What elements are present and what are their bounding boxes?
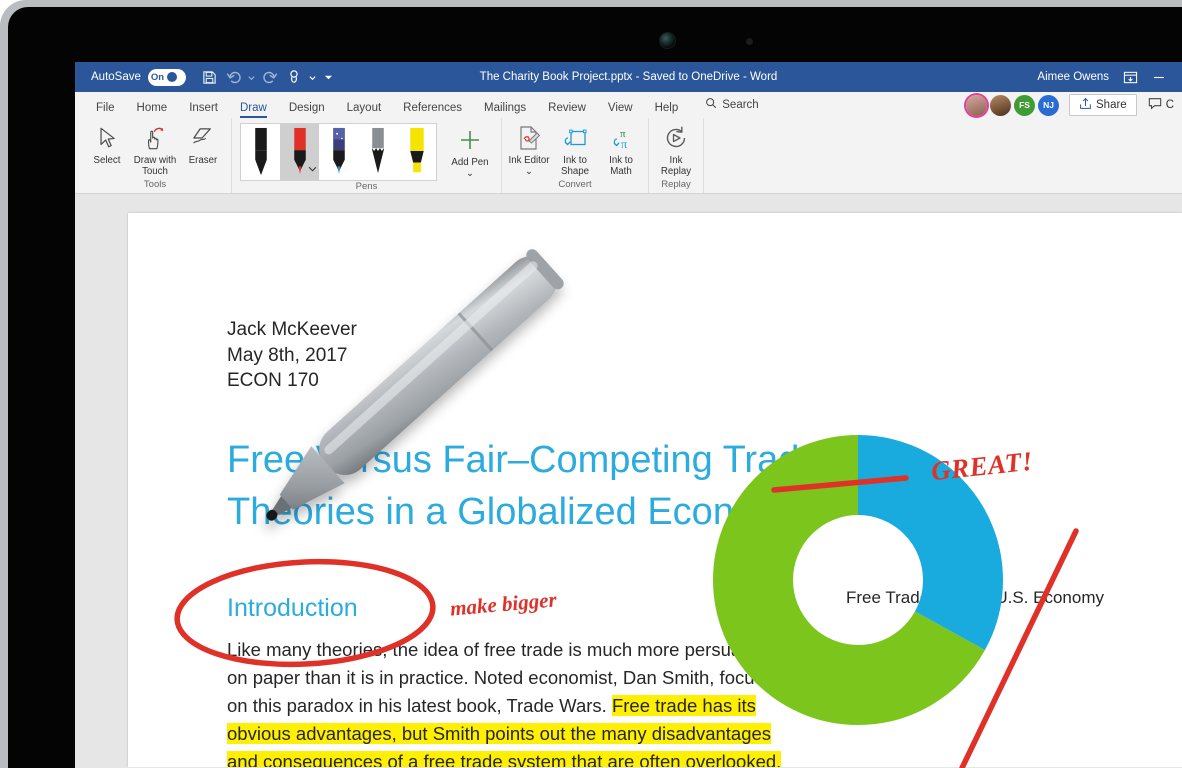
ink-replay-icon xyxy=(663,123,689,153)
pen-black[interactable] xyxy=(241,124,280,180)
collaboration-controls: FS NJ Share C xyxy=(966,94,1182,118)
ribbon-display-options-icon[interactable] xyxy=(1123,70,1138,85)
word-application-window: AutoSave On xyxy=(75,62,1182,768)
ribbon: Select Draw with Touch xyxy=(75,118,1182,194)
tab-help[interactable]: Help xyxy=(644,102,690,118)
draw-with-touch-button[interactable]: Draw with Touch xyxy=(132,121,178,177)
pens-gallery xyxy=(240,123,437,181)
undo-icon[interactable] xyxy=(222,65,246,89)
ribbon-group-replay: Ink Replay Replay xyxy=(649,118,704,193)
pen-gray-pencil[interactable] xyxy=(358,124,397,180)
title-bar: AutoSave On xyxy=(75,62,1182,92)
save-icon[interactable] xyxy=(198,65,222,89)
ink-editor-chevron-down-icon[interactable]: ⌄ xyxy=(525,166,533,177)
pointer-icon xyxy=(97,123,118,153)
ink-to-math-icon: π π xyxy=(608,123,634,153)
ink-editor-label: Ink Editor ⌄ xyxy=(507,155,551,177)
autosave-state-label: On xyxy=(151,72,164,83)
camera-lens-icon xyxy=(660,33,675,48)
share-button[interactable]: Share xyxy=(1069,94,1137,116)
ink-to-shape-icon xyxy=(562,123,588,153)
share-label: Share xyxy=(1096,99,1127,111)
ink-to-shape-label: Ink to Shape xyxy=(553,155,597,177)
add-pen-label: Add Pen ⌄ xyxy=(447,157,493,179)
author-block: Jack McKeever May 8th, 2017 ECON 170 xyxy=(227,317,357,394)
tab-mailings[interactable]: Mailings xyxy=(473,102,537,118)
tab-references[interactable]: References xyxy=(392,102,473,118)
draw-with-touch-icon xyxy=(143,123,167,153)
ink-editor-button[interactable]: Ink Editor ⌄ xyxy=(507,121,551,177)
group-label-convert: Convert xyxy=(558,179,591,193)
eraser-label: Eraser xyxy=(189,155,218,166)
ink-to-math-button[interactable]: π π Ink to Math xyxy=(599,121,643,177)
ink-to-shape-button[interactable]: Ink to Shape xyxy=(553,121,597,177)
plus-icon xyxy=(459,125,481,155)
avatar[interactable] xyxy=(990,95,1011,116)
autosave-knob xyxy=(167,72,177,82)
pen-blue-galaxy[interactable] xyxy=(319,124,358,180)
ambient-light-sensor-icon xyxy=(746,38,753,45)
comment-icon xyxy=(1148,97,1162,113)
touch-mode-icon[interactable] xyxy=(282,65,306,89)
avatar[interactable]: NJ xyxy=(1038,95,1059,116)
autosave-control[interactable]: AutoSave On xyxy=(91,69,186,86)
draw-with-touch-label: Draw with Touch xyxy=(132,155,178,177)
eraser-button[interactable]: Eraser xyxy=(180,121,226,166)
share-icon xyxy=(1079,97,1092,113)
touch-chevron-down-icon[interactable] xyxy=(306,65,320,89)
tab-view[interactable]: View xyxy=(597,102,644,118)
avatar[interactable]: FS xyxy=(1014,95,1035,116)
autosave-toggle[interactable]: On xyxy=(148,69,186,86)
tab-layout[interactable]: Layout xyxy=(336,102,393,118)
pen-red-chevron-down-icon[interactable] xyxy=(308,159,317,177)
select-tool-label: Select xyxy=(94,155,121,166)
avatar[interactable] xyxy=(966,95,987,116)
qat-more-chevron-down-icon[interactable] xyxy=(320,65,338,89)
add-pen-button[interactable]: Add Pen ⌄ xyxy=(447,123,493,179)
tab-review[interactable]: Review xyxy=(537,102,597,118)
tab-draw[interactable]: Draw xyxy=(229,102,278,118)
svg-text:π: π xyxy=(621,137,627,150)
minimize-icon[interactable] xyxy=(1152,70,1166,84)
select-tool-button[interactable]: Select xyxy=(84,121,130,166)
eraser-icon xyxy=(191,123,216,153)
group-label-pens: Pens xyxy=(356,181,378,195)
pen-red[interactable] xyxy=(280,124,319,180)
tab-design[interactable]: Design xyxy=(278,102,336,118)
comments-label: C xyxy=(1166,99,1174,111)
ink-editor-icon xyxy=(516,123,542,153)
pen-yellow-highlighter[interactable] xyxy=(397,124,436,180)
author-date: May 8th, 2017 xyxy=(227,343,357,369)
document-canvas[interactable]: Jack McKeever May 8th, 2017 ECON 170 Fre… xyxy=(75,194,1182,767)
ribbon-tab-strip: File Home Insert Draw Design Layout Refe… xyxy=(75,92,1182,118)
search-input[interactable]: Search xyxy=(689,96,769,118)
tab-insert[interactable]: Insert xyxy=(178,102,229,118)
undo-chevron-down-icon[interactable] xyxy=(246,65,258,89)
ink-to-math-label: Ink to Math xyxy=(599,155,643,177)
document-page[interactable]: Jack McKeever May 8th, 2017 ECON 170 Fre… xyxy=(128,213,1182,767)
account-name[interactable]: Aimee Owens xyxy=(1037,71,1109,83)
body-paragraph: Like many theories, the idea of free tra… xyxy=(227,636,785,767)
ink-replay-button[interactable]: Ink Replay xyxy=(654,121,698,177)
add-pen-chevron-down-icon[interactable]: ⌄ xyxy=(466,168,474,179)
ink-replay-label: Ink Replay xyxy=(654,155,698,177)
tab-file[interactable]: File xyxy=(85,102,126,118)
donut-data-label: 33% xyxy=(1021,729,1059,751)
search-icon xyxy=(705,96,717,114)
section-heading-introduction: Introduction xyxy=(227,594,358,623)
quick-access-toolbar xyxy=(198,65,338,89)
author-course: ECON 170 xyxy=(227,368,357,394)
group-label-replay: Replay xyxy=(661,179,691,193)
autosave-label: AutoSave xyxy=(91,71,141,83)
title-bar-right-controls: Aimee Owens xyxy=(1037,70,1166,85)
tab-home[interactable]: Home xyxy=(126,102,179,118)
ribbon-group-pens: Add Pen ⌄ Pens xyxy=(232,118,502,193)
author-name: Jack McKeever xyxy=(227,317,357,343)
ribbon-group-convert: Ink Editor ⌄ Ink to Shape xyxy=(502,118,649,193)
ribbon-group-tools: Select Draw with Touch xyxy=(79,118,232,193)
comments-button[interactable]: C xyxy=(1148,97,1174,113)
group-label-tools: Tools xyxy=(144,179,166,193)
search-placeholder: Search xyxy=(722,99,758,111)
redo-icon[interactable] xyxy=(258,65,282,89)
